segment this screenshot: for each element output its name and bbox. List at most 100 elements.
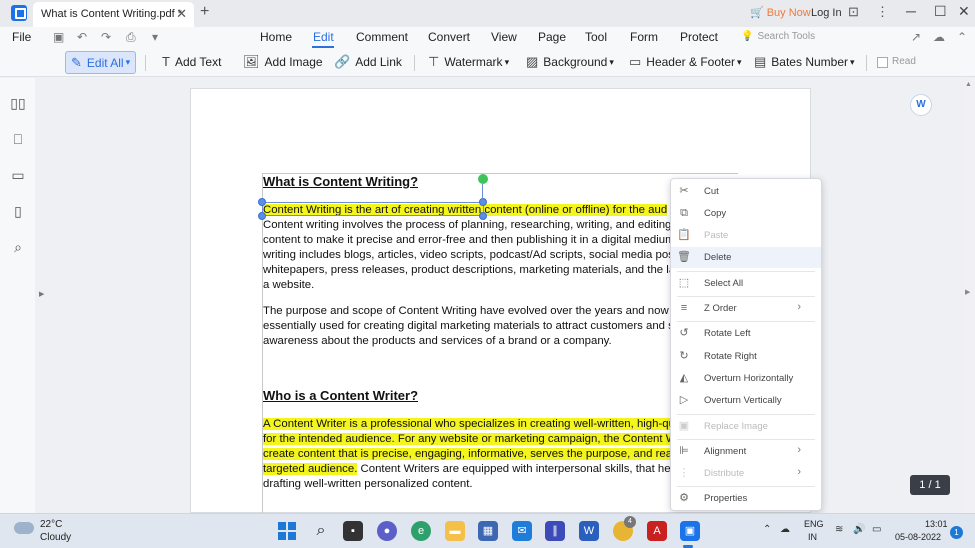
clock-date[interactable]: 05-08-2022 <box>895 532 941 542</box>
collapse-ribbon-icon[interactable]: ⌃ <box>957 30 967 44</box>
menu-comment[interactable]: Comment <box>356 30 408 44</box>
paragraph-line: writing includes blogs, articles, video … <box>263 249 683 261</box>
menu-protect[interactable]: Protect <box>680 30 718 44</box>
language-indicator[interactable]: ENG <box>804 519 824 529</box>
read-checkbox[interactable] <box>877 57 888 68</box>
store-icon[interactable]: ▦ <box>478 521 498 541</box>
windows-logo-pane <box>278 522 286 530</box>
menu-bar: File ▣ ↶ ↷ ⎙ ▾ Home Edit Comment Convert… <box>0 27 975 49</box>
task-view-icon[interactable]: ▪ <box>343 521 363 541</box>
header-footer-button[interactable]: ▭ Header & Footer ▾ <box>629 54 742 70</box>
menu-item-delete[interactable]: 🗑 Delete <box>671 247 821 268</box>
menu-form[interactable]: Form <box>630 30 658 44</box>
chevron-down-icon: ▾ <box>504 56 510 67</box>
menu-item-properties[interactable]: ⚙ Properties <box>671 488 821 509</box>
redo-icon[interactable]: ↷ <box>101 30 111 44</box>
menu-divider <box>677 296 815 297</box>
weather-temperature[interactable]: 22°C <box>40 519 62 530</box>
add-image-button[interactable]: 🖼 Add Image <box>243 54 323 70</box>
vertical-scrollbar[interactable]: ▲ ▶ <box>963 78 975 513</box>
menu-file[interactable]: File <box>12 30 31 44</box>
add-link-button[interactable]: 🔗 Add Link <box>334 54 402 70</box>
menu-item-overturn-horizontally[interactable]: ◭ Overturn Horizontally <box>671 368 821 389</box>
close-window-icon[interactable]: ✕ <box>958 3 970 20</box>
menu-tool[interactable]: Tool <box>585 30 607 44</box>
edge-browser-icon[interactable]: e <box>411 521 431 541</box>
maximize-icon[interactable]: ☐ <box>934 3 947 20</box>
bates-number-button[interactable]: ▤ Bates Number ▾ <box>754 54 855 70</box>
search-tools-input[interactable]: 💡 Search Tools <box>741 31 815 42</box>
weather-condition[interactable]: Cloudy <box>40 532 71 543</box>
scroll-up-icon[interactable]: ▲ <box>965 81 972 88</box>
menu-convert[interactable]: Convert <box>428 30 470 44</box>
menu-item-z-order[interactable]: ≡ Z Order › <box>671 298 821 319</box>
menu-item-alignment[interactable]: ⊫ Alignment › <box>671 441 821 462</box>
menu-edit[interactable]: Edit <box>313 30 334 44</box>
show-hidden-icons-icon[interactable]: ⌃ <box>763 524 771 535</box>
resize-handle[interactable] <box>479 212 487 220</box>
message-icon[interactable]: ⊡ <box>848 4 859 20</box>
buy-now-link[interactable]: 🛒 Buy Now <box>750 6 811 19</box>
search-icon[interactable]: ⌕ <box>10 239 26 255</box>
menu-item-select-all[interactable]: ⬚ Select All <box>671 273 821 294</box>
login-link[interactable]: Log In <box>811 7 842 19</box>
menu-item-copy[interactable]: ⧉ Copy <box>671 203 821 224</box>
more-options-icon[interactable]: ⋮ <box>876 4 889 20</box>
document-tab[interactable]: What is Content Writing.pdf * ✕ <box>33 2 194 27</box>
menu-item-rotate-left[interactable]: ↺ Rotate Left <box>671 323 821 344</box>
minimize-icon[interactable]: ─ <box>906 3 916 19</box>
resize-handle[interactable] <box>258 198 266 206</box>
edit-all-button[interactable]: ✎ Edit All ▾ <box>65 51 137 74</box>
menu-page[interactable]: Page <box>538 30 566 44</box>
menu-home[interactable]: Home <box>260 30 292 44</box>
thumbnails-icon[interactable]: ▯▯ <box>10 95 26 111</box>
cloud-upload-icon[interactable]: ☁ <box>933 30 945 44</box>
wifi-icon[interactable]: ≋ <box>835 524 843 535</box>
close-tab-icon[interactable]: ✕ <box>176 6 187 22</box>
save-icon[interactable]: ▣ <box>53 30 64 44</box>
paragraph-line: drafting well-written personalized conte… <box>263 478 473 490</box>
clock-time[interactable]: 13:01 <box>925 519 948 529</box>
paragraph-line: a website. <box>263 279 315 291</box>
onedrive-icon[interactable]: ☁ <box>780 524 790 535</box>
expand-sidebar-icon[interactable]: ▶ <box>39 290 44 298</box>
selected-text-line[interactable]: Content Writing is the art of creating w… <box>263 203 668 218</box>
menu-item-cut[interactable]: ✂ Cut <box>671 181 821 202</box>
ai-assistant-button[interactable]: W <box>910 94 932 116</box>
pdf-editor-taskbar-icon[interactable]: ▣ <box>680 521 700 541</box>
office-app-icon[interactable]: ∥ <box>545 521 565 541</box>
word-icon[interactable]: W <box>579 521 599 541</box>
comment-icon[interactable]: ▭ <box>10 167 26 183</box>
undo-icon[interactable]: ↶ <box>77 30 87 44</box>
resize-handle[interactable] <box>479 198 487 206</box>
file-explorer-icon[interactable]: ▬ <box>445 521 465 541</box>
add-text-button[interactable]: T Add Text <box>162 54 221 69</box>
attachment-icon[interactable]: ▯ <box>10 203 26 219</box>
new-tab-icon[interactable]: + <box>200 3 209 21</box>
menu-item-rotate-right[interactable]: ↻ Rotate Right <box>671 346 821 367</box>
menu-item-overturn-vertically[interactable]: ▷ Overturn Vertically <box>671 390 821 411</box>
region-indicator[interactable]: IN <box>808 532 817 542</box>
menu-view[interactable]: View <box>491 30 517 44</box>
teams-chat-icon[interactable]: ● <box>377 521 397 541</box>
chrome-browser-icon[interactable]: 4 <box>613 516 636 541</box>
background-button[interactable]: ▨ Background ▾ <box>526 54 614 70</box>
quick-access-dropdown-icon[interactable]: ▾ <box>152 30 158 44</box>
background-label: Background <box>543 55 608 69</box>
mail-icon[interactable]: ✉ <box>512 521 532 541</box>
resize-handle[interactable] <box>258 212 266 220</box>
acrobat-icon[interactable]: A <box>647 521 667 541</box>
header-footer-label: Header & Footer <box>646 55 736 69</box>
print-icon[interactable]: ⎙ <box>126 30 136 45</box>
bookmark-icon[interactable]: ⎕ <box>10 131 26 147</box>
paragraph-line: create content that is precise, engaging… <box>263 447 678 462</box>
scroll-down-icon[interactable]: ▶ <box>965 288 970 296</box>
rotate-handle[interactable] <box>478 174 488 184</box>
battery-icon[interactable]: ▭ <box>872 524 881 535</box>
taskbar-search-icon[interactable]: ⌕ <box>311 521 331 541</box>
watermark-button[interactable]: ⊤ Watermark ▾ <box>428 54 509 70</box>
notification-badge[interactable]: 1 <box>950 526 963 539</box>
windows-start-icon[interactable] <box>277 521 297 541</box>
volume-icon[interactable]: 🔊 <box>853 524 865 535</box>
share-icon[interactable]: ↗ <box>911 30 921 44</box>
